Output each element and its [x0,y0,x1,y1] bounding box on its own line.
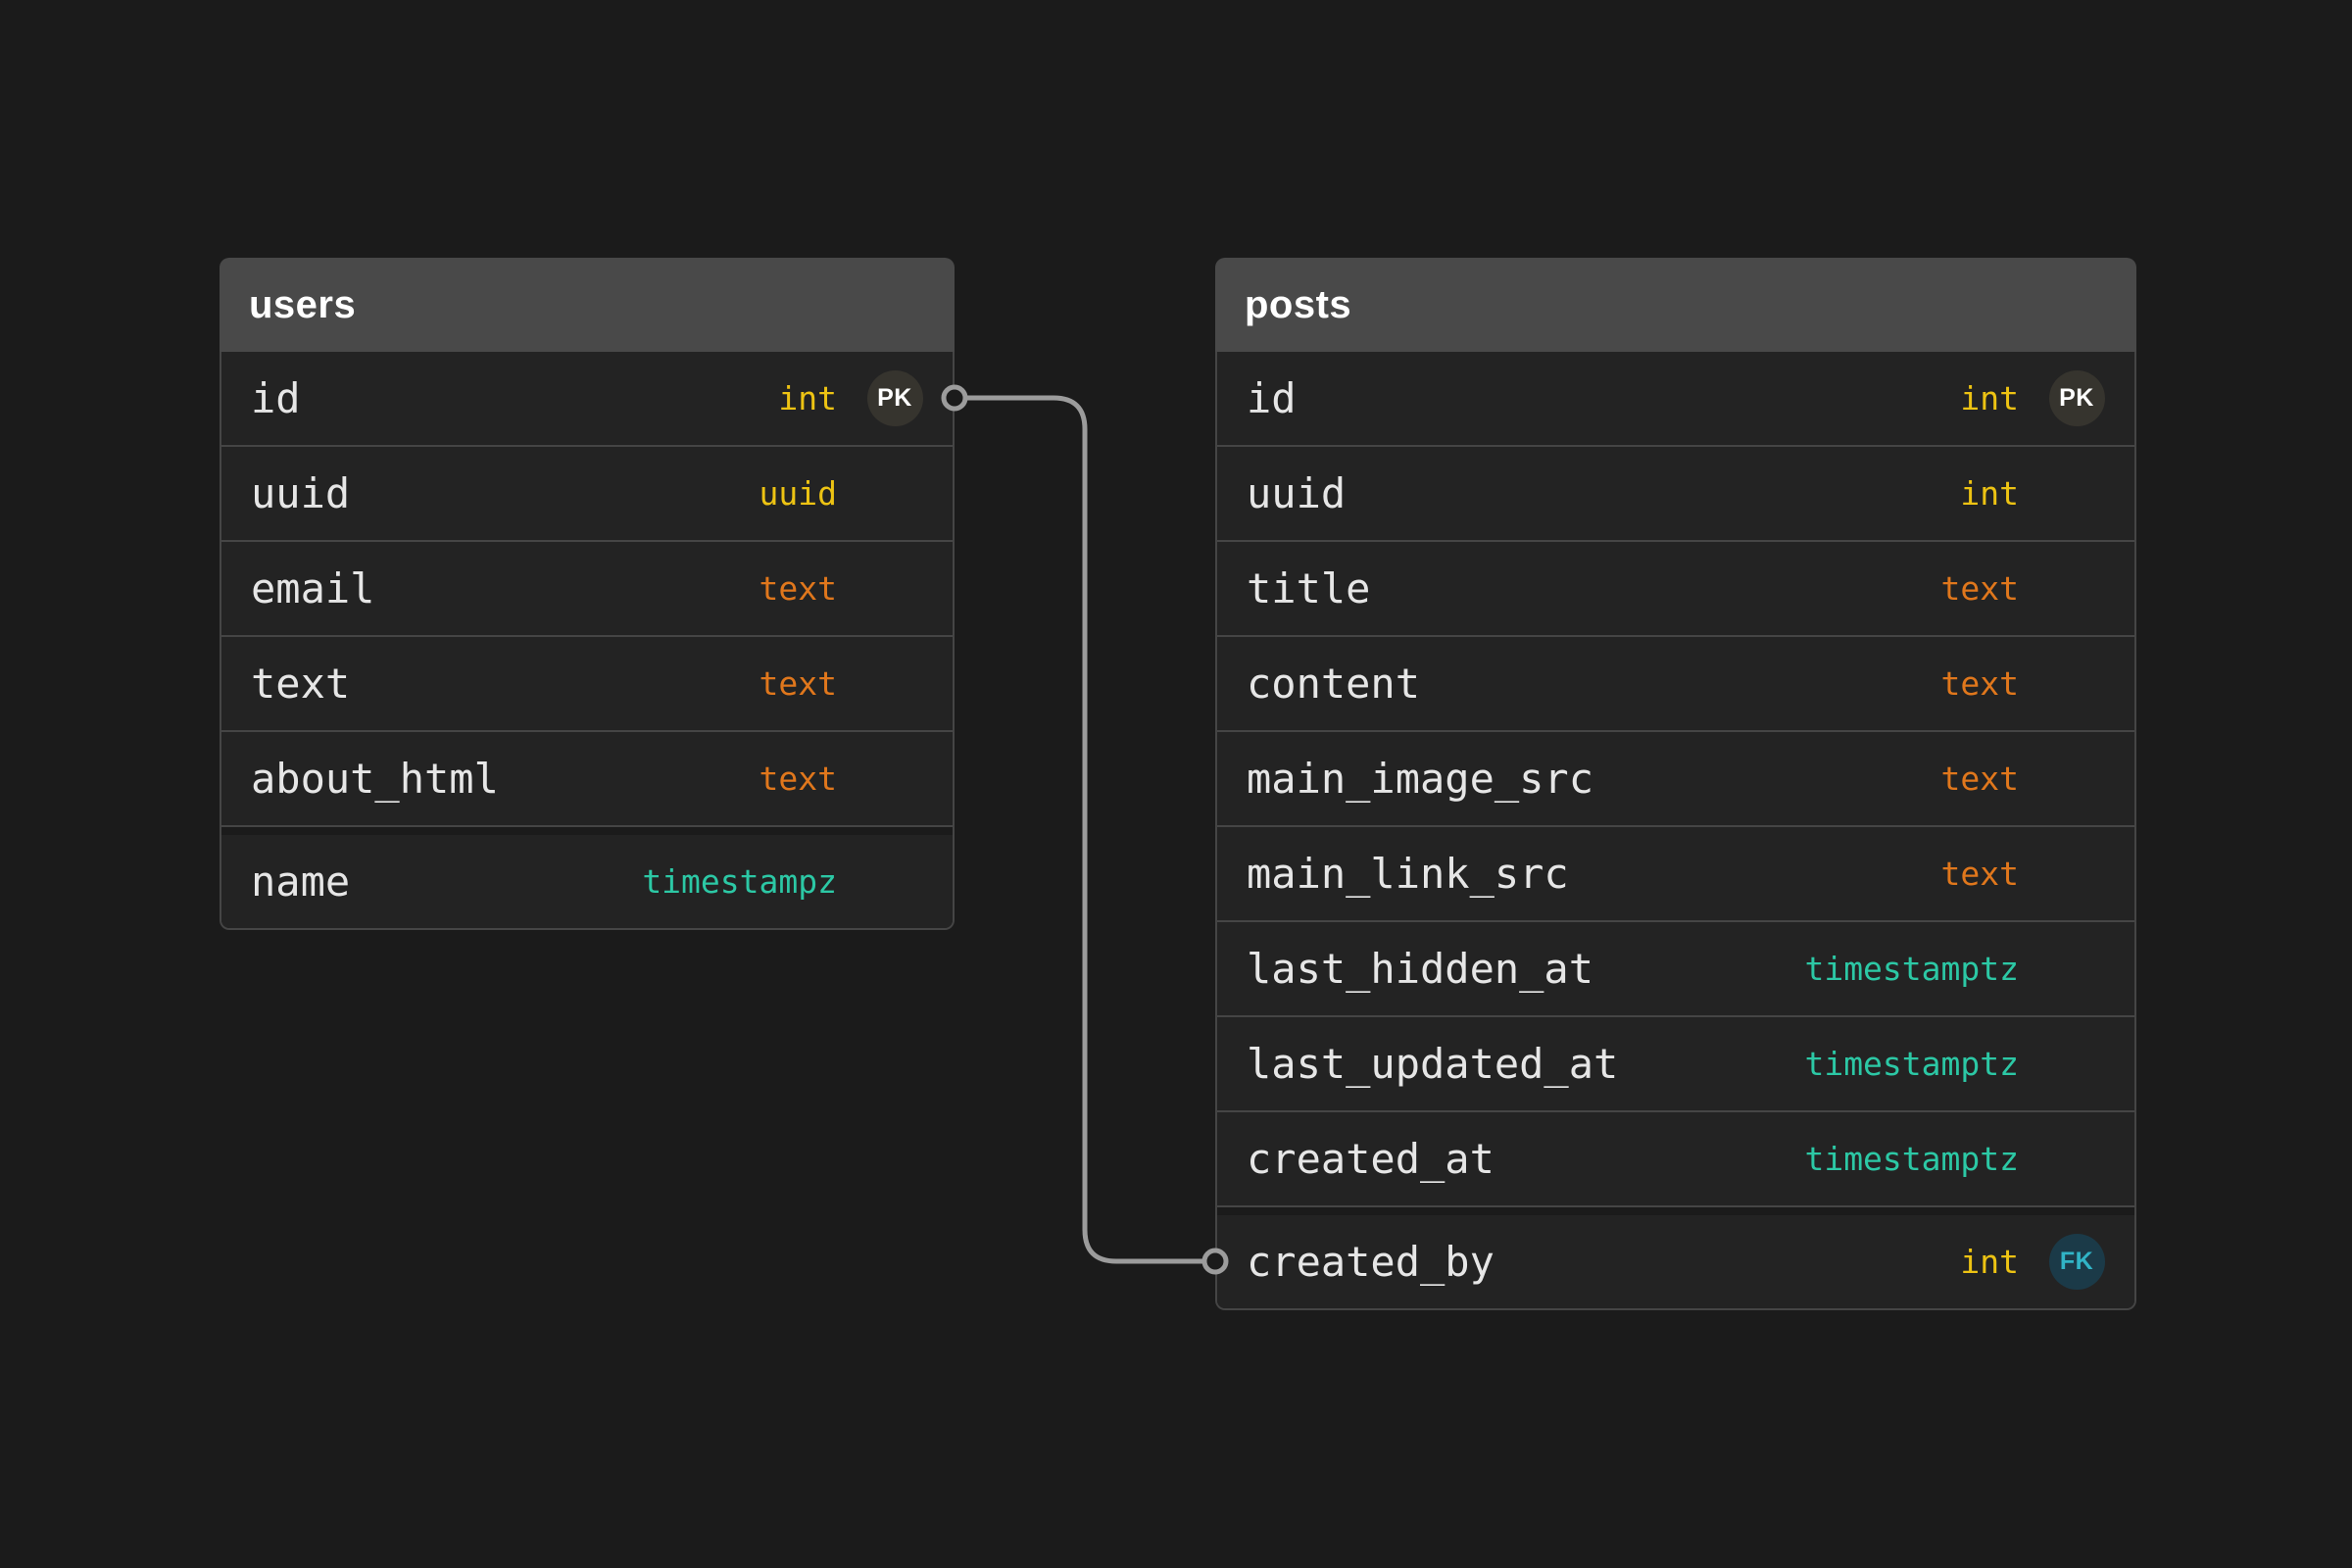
key-badge-slot: PK [2019,370,2134,426]
field-type: int [778,379,837,417]
primary-key-badge: PK [2049,370,2105,426]
table-users[interactable]: users id int PK uuid uuid email text [220,258,955,930]
field-type: timestamptz [1804,1140,2019,1178]
field-name: about_html [251,755,499,803]
field-row-posts-uuid[interactable]: uuid int [1217,445,2134,540]
field-name: id [251,374,301,422]
row-divider-gap [1217,1205,2134,1215]
relationship-line-users-id-to-posts-created-by[interactable] [955,398,1215,1261]
field-type: text [1941,760,2019,798]
table-title: users [249,283,356,327]
key-badge-slot: PK [837,370,953,426]
field-row-posts-main-link-src[interactable]: main_link_src text [1217,825,2134,920]
row-divider-gap [221,825,953,835]
field-type: timestampz [642,862,837,901]
field-type: text [760,569,837,608]
table-body-users: id int PK uuid uuid email text text text [220,352,955,930]
field-name: created_by [1247,1238,1494,1286]
field-row-posts-content[interactable]: content text [1217,635,2134,730]
er-diagram-canvas[interactable]: users id int PK uuid uuid email text [0,0,2352,1568]
field-type: text [760,760,837,798]
primary-key-badge: PK [867,370,923,426]
field-name: email [251,564,374,612]
field-name: text [251,660,350,708]
table-title: posts [1245,283,1351,327]
field-row-users-text[interactable]: text text [221,635,953,730]
field-row-users-email[interactable]: email text [221,540,953,635]
field-name: main_link_src [1247,850,1569,898]
field-row-posts-created-at[interactable]: created_at timestamptz [1217,1110,2134,1205]
field-name: last_hidden_at [1247,945,1593,993]
field-name: main_image_src [1247,755,1593,803]
key-badge-slot: FK [2019,1234,2134,1290]
field-row-posts-created-by[interactable]: created_by int FK [1217,1215,2134,1308]
field-row-users-uuid[interactable]: uuid uuid [221,445,953,540]
field-name: last_updated_at [1247,1040,1618,1088]
field-row-users-about-html[interactable]: about_html text [221,730,953,825]
field-type: text [1941,855,2019,893]
table-posts[interactable]: posts id int PK uuid int title text [1215,258,2136,1310]
field-type: timestamptz [1804,950,2019,988]
field-type: timestamptz [1804,1045,2019,1083]
field-name: id [1247,374,1297,422]
field-name: created_at [1247,1135,1494,1183]
field-type: int [1960,1243,2019,1281]
field-type: text [1941,569,2019,608]
field-name: title [1247,564,1370,612]
table-body-posts: id int PK uuid int title text content te… [1215,352,2136,1310]
field-row-posts-last-hidden-at[interactable]: last_hidden_at timestamptz [1217,920,2134,1015]
field-row-users-id[interactable]: id int PK [221,352,953,445]
table-header-users[interactable]: users [220,258,955,352]
field-name: name [251,858,350,906]
field-type: uuid [760,474,837,513]
foreign-key-badge: FK [2049,1234,2105,1290]
field-name: uuid [1247,469,1346,517]
field-row-posts-id[interactable]: id int PK [1217,352,2134,445]
field-type: int [1960,474,2019,513]
field-row-posts-title[interactable]: title text [1217,540,2134,635]
field-type: text [1941,664,2019,703]
field-type: text [760,664,837,703]
field-type: int [1960,379,2019,417]
field-row-posts-main-image-src[interactable]: main_image_src text [1217,730,2134,825]
field-row-users-name[interactable]: name timestampz [221,835,953,928]
field-row-posts-last-updated-at[interactable]: last_updated_at timestamptz [1217,1015,2134,1110]
field-name: uuid [251,469,350,517]
table-header-posts[interactable]: posts [1215,258,2136,352]
field-name: content [1247,660,1420,708]
